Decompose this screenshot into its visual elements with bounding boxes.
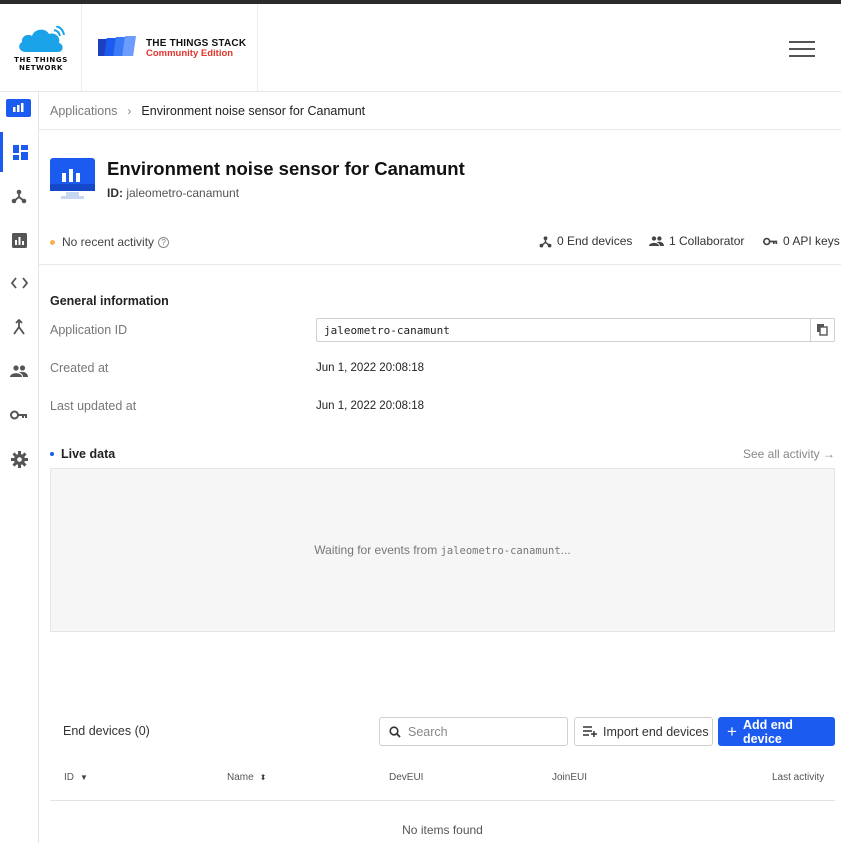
waiting-app-id: jaleometro-canamunt — [440, 545, 561, 557]
help-icon[interactable]: ? — [158, 236, 170, 248]
collaborators-count[interactable]: 1 Collaborator — [649, 234, 744, 248]
sidebar-item-settings[interactable] — [0, 439, 38, 479]
menu-icon[interactable] — [786, 40, 818, 58]
copy-button[interactable] — [810, 319, 834, 341]
sidebar-item-overview[interactable] — [0, 132, 38, 172]
people-icon — [649, 236, 664, 246]
sort-desc-icon: ▼ — [80, 773, 88, 782]
status-row: No recent activity ? 0 End devices 1 Col… — [39, 222, 841, 265]
activity-status: No recent activity ? — [50, 235, 170, 249]
sidebar-item-live-data[interactable] — [0, 220, 38, 260]
column-joineui-label: JoinEUI — [552, 772, 588, 783]
gear-icon — [10, 450, 28, 468]
code-icon — [10, 277, 28, 289]
end-devices-count[interactable]: 0 End devices — [539, 234, 632, 248]
ttn-logo[interactable]: THE THINGS NETWORK — [0, 4, 82, 91]
search-field[interactable] — [379, 717, 568, 746]
add-end-device-label: Add end device — [742, 717, 793, 746]
people-icon — [10, 365, 28, 377]
column-deveui-label: DevEUI — [389, 772, 424, 783]
brand-line-2: NETWORK — [18, 64, 64, 72]
add-end-device-button[interactable]: + Add end device — [718, 717, 835, 746]
sort-icon: ⬍ — [259, 773, 267, 782]
collaborators-count-text: 1 Collaborator — [669, 234, 745, 248]
api-keys-count-text: 0 API keys — [783, 234, 840, 248]
plus-icon: + — [727, 722, 737, 741]
devices-icon — [11, 189, 27, 204]
search-input[interactable] — [408, 722, 563, 742]
playlist-add-icon — [583, 726, 597, 737]
devices-icon — [539, 235, 552, 247]
key-icon — [10, 410, 27, 420]
breadcrumb: Applications › Environment noise sensor … — [39, 92, 841, 130]
breadcrumb-applications-link[interactable]: Applications — [50, 104, 117, 118]
end-devices-count-text: 0 End devices — [557, 234, 633, 248]
breadcrumb-current: Environment noise sensor for Canamunt — [141, 103, 366, 118]
live-data-title: Live data — [50, 447, 115, 461]
waiting-message: Waiting for events from jaleometro-canam… — [51, 543, 834, 557]
application-id-field[interactable]: jaleometro-canamunt — [316, 318, 835, 342]
last-updated-value: Jun 1, 2022 20:08:18 — [316, 400, 425, 412]
column-id[interactable]: ID ▼ — [64, 772, 88, 783]
live-data-panel: Waiting for events from jaleometro-canam… — [50, 468, 835, 632]
live-data-label: Live data — [61, 447, 116, 461]
live-data-dot — [50, 452, 54, 456]
copy-icon — [817, 324, 828, 336]
created-at-value: Jun 1, 2022 20:08:18 — [316, 362, 425, 374]
id-label: ID: — [107, 186, 123, 200]
activity-text: No recent activity — [62, 235, 155, 249]
column-name[interactable]: Name ⬍ — [227, 772, 266, 783]
last-updated-label: Last updated at — [50, 399, 137, 413]
page-title: Environment noise sensor for Canamunt — [107, 158, 465, 179]
end-devices-table-header: ID ▼ Name ⬍ DevEUI JoinEUI Last activity — [50, 760, 835, 801]
sidebar-item-api-keys[interactable] — [0, 395, 38, 435]
merge-icon — [13, 319, 25, 335]
dashboard-icon — [13, 144, 28, 160]
column-last-activity-label: Last activity — [772, 772, 825, 783]
empty-table-message: No items found — [402, 823, 483, 837]
side-navigation — [0, 92, 39, 843]
stack-edition: Community Edition — [146, 48, 234, 59]
stack-logo[interactable]: THE THINGS STACK Community Edition — [82, 4, 258, 91]
waiting-suffix: ... — [560, 543, 571, 557]
breadcrumb-separator: › — [127, 103, 132, 118]
created-at-label: Created at — [50, 361, 109, 375]
end-devices-title: End devices (0) — [63, 724, 150, 738]
cloud-logo-icon — [19, 26, 65, 52]
brand-line-1: THE THINGS — [14, 56, 68, 64]
application-id-label: Application ID — [50, 323, 128, 337]
search-icon — [389, 726, 401, 738]
general-information-title: General information — [50, 294, 169, 308]
stack-logo-icon — [98, 36, 136, 56]
import-end-devices-label: Import end devices — [603, 724, 709, 739]
waiting-prefix: Waiting for events from — [314, 543, 441, 557]
column-name-label: Name — [227, 772, 254, 783]
column-deveui: DevEUI — [389, 772, 423, 783]
header: THE THINGS NETWORK THE THINGS STACK Comm… — [0, 4, 841, 92]
status-dot — [50, 239, 55, 245]
column-joineui: JoinEUI — [552, 772, 587, 783]
application-id-value[interactable]: jaleometro-canamunt — [324, 324, 450, 337]
column-last-activity: Last activity — [772, 772, 824, 783]
api-keys-count[interactable]: 0 API keys — [763, 234, 840, 248]
sidebar-item-collaborators[interactable] — [0, 351, 38, 391]
chart-icon — [11, 232, 27, 248]
column-id-label: ID — [64, 772, 74, 783]
sidebar-item-payload-formatters[interactable] — [0, 263, 38, 303]
id-value: jaleometro-canamunt — [126, 186, 240, 200]
sidebar-item-integrations[interactable] — [0, 307, 38, 347]
application-badge-icon — [6, 99, 31, 117]
application-id-line: ID: jaleometro-canamunt — [107, 186, 239, 200]
sidebar-item-end-devices[interactable] — [0, 176, 38, 216]
see-all-activity-link[interactable]: See all activity → — [743, 447, 835, 461]
key-icon — [763, 237, 778, 245]
import-end-devices-button[interactable]: Import end devices — [574, 717, 713, 746]
application-icon — [50, 158, 95, 199]
